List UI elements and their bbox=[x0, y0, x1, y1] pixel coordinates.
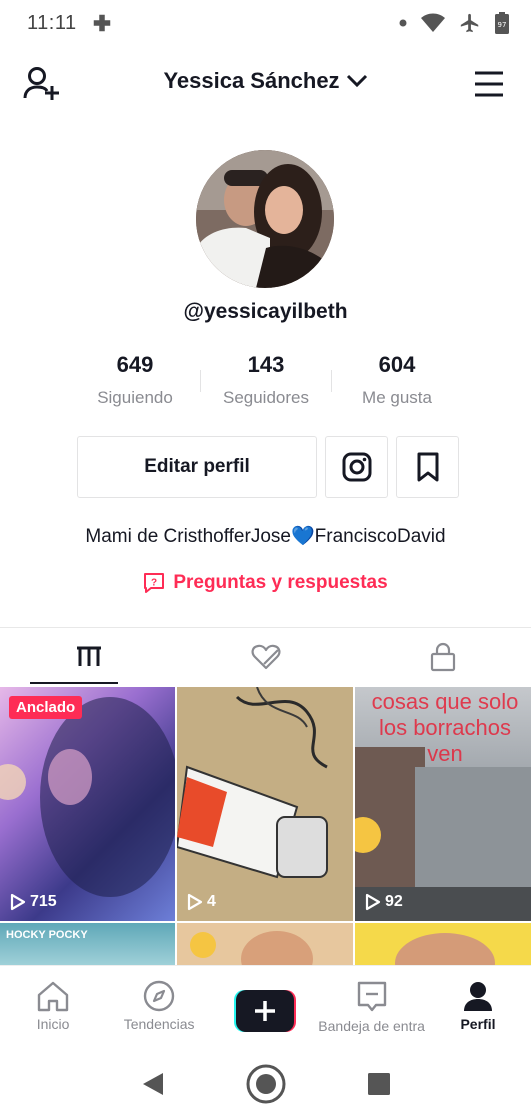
bio-text-end: FranciscoDavid bbox=[314, 526, 446, 547]
profile-name-dropdown[interactable]: Yessica Sánchez bbox=[0, 68, 531, 94]
profile-name: Yessica Sánchez bbox=[163, 68, 340, 93]
video-thumbnail[interactable]: cosas que solo los borrachos ven 92 bbox=[355, 687, 531, 921]
nav-profile[interactable]: Perfil bbox=[425, 966, 531, 1047]
stat-likes[interactable]: 604 Me gusta bbox=[332, 352, 462, 408]
view-count: 92 bbox=[365, 893, 403, 911]
video-overlay-text: HOCKY POCKY bbox=[6, 929, 88, 941]
profile-header: Yessica Sánchez bbox=[0, 56, 531, 112]
home-button-icon[interactable] bbox=[245, 1063, 287, 1105]
avatar[interactable] bbox=[196, 150, 334, 288]
nav-label: Perfil bbox=[460, 1016, 496, 1032]
nav-inbox[interactable]: Bandeja de entra bbox=[318, 966, 425, 1047]
gamepad-icon bbox=[93, 14, 110, 32]
video-grid: Anclado 715 4 cosas que solo los borrach… bbox=[0, 687, 531, 965]
bio-text-start: Mami de CristhofferJose bbox=[85, 526, 291, 547]
stat-value: 649 bbox=[116, 352, 154, 377]
wifi-icon bbox=[421, 13, 445, 32]
video-thumbnail[interactable]: 4 bbox=[177, 687, 353, 921]
instagram-icon bbox=[342, 452, 371, 482]
video-thumbnail[interactable]: HOCKY POCKY bbox=[0, 923, 175, 965]
tab-liked[interactable] bbox=[177, 628, 354, 686]
bookmark-icon bbox=[417, 452, 438, 482]
nav-label: Tendencias bbox=[123, 1016, 195, 1032]
view-count: 715 bbox=[10, 893, 57, 911]
view-count-value: 715 bbox=[30, 893, 57, 910]
thumbnail-image bbox=[395, 933, 495, 965]
stat-value: 143 bbox=[247, 352, 285, 377]
system-navigation-bar bbox=[0, 1047, 531, 1120]
view-count-value: 4 bbox=[207, 893, 216, 910]
chevron-down-icon bbox=[346, 74, 367, 88]
stat-value: 604 bbox=[378, 352, 416, 377]
home-icon bbox=[37, 981, 69, 1012]
pinned-badge: Anclado bbox=[9, 696, 83, 719]
qa-label: Preguntas y respuestas bbox=[173, 572, 388, 593]
nav-home[interactable]: Inicio bbox=[0, 966, 106, 1047]
view-count-value: 92 bbox=[385, 893, 403, 910]
battery-icon: 97 bbox=[495, 12, 509, 34]
grid-icon bbox=[76, 646, 101, 666]
play-icon bbox=[10, 893, 26, 911]
status-icons: 97 bbox=[399, 12, 509, 34]
nav-create[interactable] bbox=[212, 966, 318, 1047]
thumbnail-image bbox=[0, 697, 175, 897]
username: @yessicayilbeth bbox=[183, 300, 348, 323]
tab-videos[interactable] bbox=[0, 628, 177, 686]
hidden-heart-icon bbox=[251, 644, 280, 670]
profile-icon bbox=[463, 982, 492, 1011]
menu-icon[interactable] bbox=[473, 70, 505, 98]
video-thumbnail[interactable] bbox=[177, 923, 353, 965]
video-thumbnail[interactable]: Anclado 715 bbox=[0, 687, 175, 921]
avatar-photo bbox=[196, 150, 334, 288]
stat-following[interactable]: 649 Siguiendo bbox=[70, 352, 200, 408]
nav-label: Inicio bbox=[36, 1016, 70, 1032]
nav-label: Bandeja de entra bbox=[318, 1018, 425, 1034]
instagram-button[interactable] bbox=[325, 436, 388, 498]
create-plus-icon bbox=[234, 990, 297, 1032]
back-icon[interactable] bbox=[141, 1071, 165, 1097]
blue-heart-emoji: 💙 bbox=[290, 526, 315, 547]
lock-icon bbox=[430, 642, 455, 672]
bottom-navigation: Inicio Tendencias Bandeja de entra Perfi… bbox=[0, 965, 531, 1047]
thumbnail-image bbox=[190, 931, 313, 965]
tab-private[interactable] bbox=[354, 628, 531, 686]
question-chat-icon: ? bbox=[144, 573, 165, 593]
compass-icon bbox=[143, 980, 175, 1012]
status-time: 11:11 bbox=[27, 11, 77, 34]
airplane-icon bbox=[460, 13, 479, 33]
profile-bio: Mami de CristhofferJose💙FranciscoDavid bbox=[0, 524, 531, 548]
stat-label: Siguiendo bbox=[97, 388, 173, 407]
active-tab-indicator bbox=[30, 682, 118, 684]
video-overlay-text: cosas que solo los borrachos ven bbox=[371, 689, 519, 766]
inbox-icon bbox=[357, 981, 386, 1012]
nav-discover[interactable]: Tendencias bbox=[106, 966, 212, 1047]
edit-profile-button[interactable]: Editar perfil bbox=[77, 436, 317, 498]
stat-label: Me gusta bbox=[362, 388, 432, 407]
favorites-button[interactable] bbox=[396, 436, 459, 498]
play-icon bbox=[187, 893, 203, 911]
svg-text:97: 97 bbox=[498, 21, 507, 29]
stat-label: Seguidores bbox=[222, 388, 309, 407]
thumbnail-image bbox=[177, 687, 353, 921]
view-count: 4 bbox=[187, 893, 216, 911]
profile-stats: 649 Siguiendo 143 Seguidores 604 Me gust… bbox=[70, 352, 462, 408]
play-icon bbox=[365, 893, 381, 911]
svg-text:?: ? bbox=[151, 578, 157, 589]
status-bar: 11:11 97 bbox=[0, 0, 531, 46]
content-tabs bbox=[0, 628, 531, 686]
dot-icon bbox=[399, 19, 407, 27]
qa-link[interactable]: ? Preguntas y respuestas bbox=[0, 572, 531, 594]
recents-icon[interactable] bbox=[367, 1072, 391, 1096]
stat-followers[interactable]: 143 Seguidores bbox=[201, 352, 331, 408]
video-thumbnail[interactable] bbox=[355, 923, 531, 965]
